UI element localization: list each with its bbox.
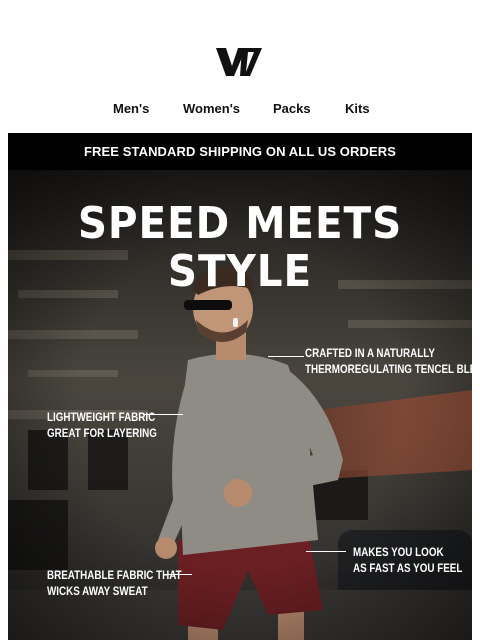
callout-lightweight: LIGHTWEIGHT FABRIC GREAT FOR LAYERING bbox=[47, 409, 157, 441]
shipping-promo-bar[interactable]: FREE STANDARD SHIPPING ON ALL US ORDERS bbox=[8, 133, 472, 170]
callout-line bbox=[268, 356, 304, 357]
callout-tencel: CRAFTED IN A NATURALLY THERMOREGULATING … bbox=[305, 345, 472, 377]
callout-look-fast-line2: AS FAST AS YOU FEEL bbox=[353, 561, 463, 575]
nav-item-womens[interactable]: Women's bbox=[183, 101, 240, 116]
brand-logo-icon[interactable] bbox=[216, 48, 262, 76]
callout-tencel-line2: THERMOREGULATING TENCEL BLEND bbox=[305, 362, 472, 376]
callout-lightweight-line2: GREAT FOR LAYERING bbox=[47, 426, 157, 440]
callout-breathable-line2: WICKS AWAY SWEAT bbox=[47, 584, 148, 598]
callout-look-fast: MAKES YOU LOOK AS FAST AS YOU FEEL bbox=[353, 544, 462, 576]
nav-item-packs[interactable]: Packs bbox=[273, 101, 311, 116]
callout-breathable: BREATHABLE FABRIC THAT WICKS AWAY SWEAT bbox=[47, 567, 182, 599]
callout-tencel-line1: CRAFTED IN A NATURALLY bbox=[305, 346, 435, 360]
callout-breathable-line1: BREATHABLE FABRIC THAT bbox=[47, 568, 182, 582]
callout-look-fast-line1: MAKES YOU LOOK bbox=[353, 545, 444, 559]
hero-headline: SPEED MEETS STYLE bbox=[77, 198, 403, 297]
hero-banner[interactable]: FREE STANDARD SHIPPING ON ALL US ORDERS bbox=[8, 133, 472, 640]
callout-lightweight-line1: LIGHTWEIGHT FABRIC bbox=[47, 410, 156, 424]
nav-item-mens[interactable]: Men's bbox=[113, 101, 149, 116]
main-nav: Men's Women's Packs Kits bbox=[0, 101, 480, 119]
nav-item-kits[interactable]: Kits bbox=[345, 101, 370, 116]
callout-line bbox=[306, 551, 346, 552]
